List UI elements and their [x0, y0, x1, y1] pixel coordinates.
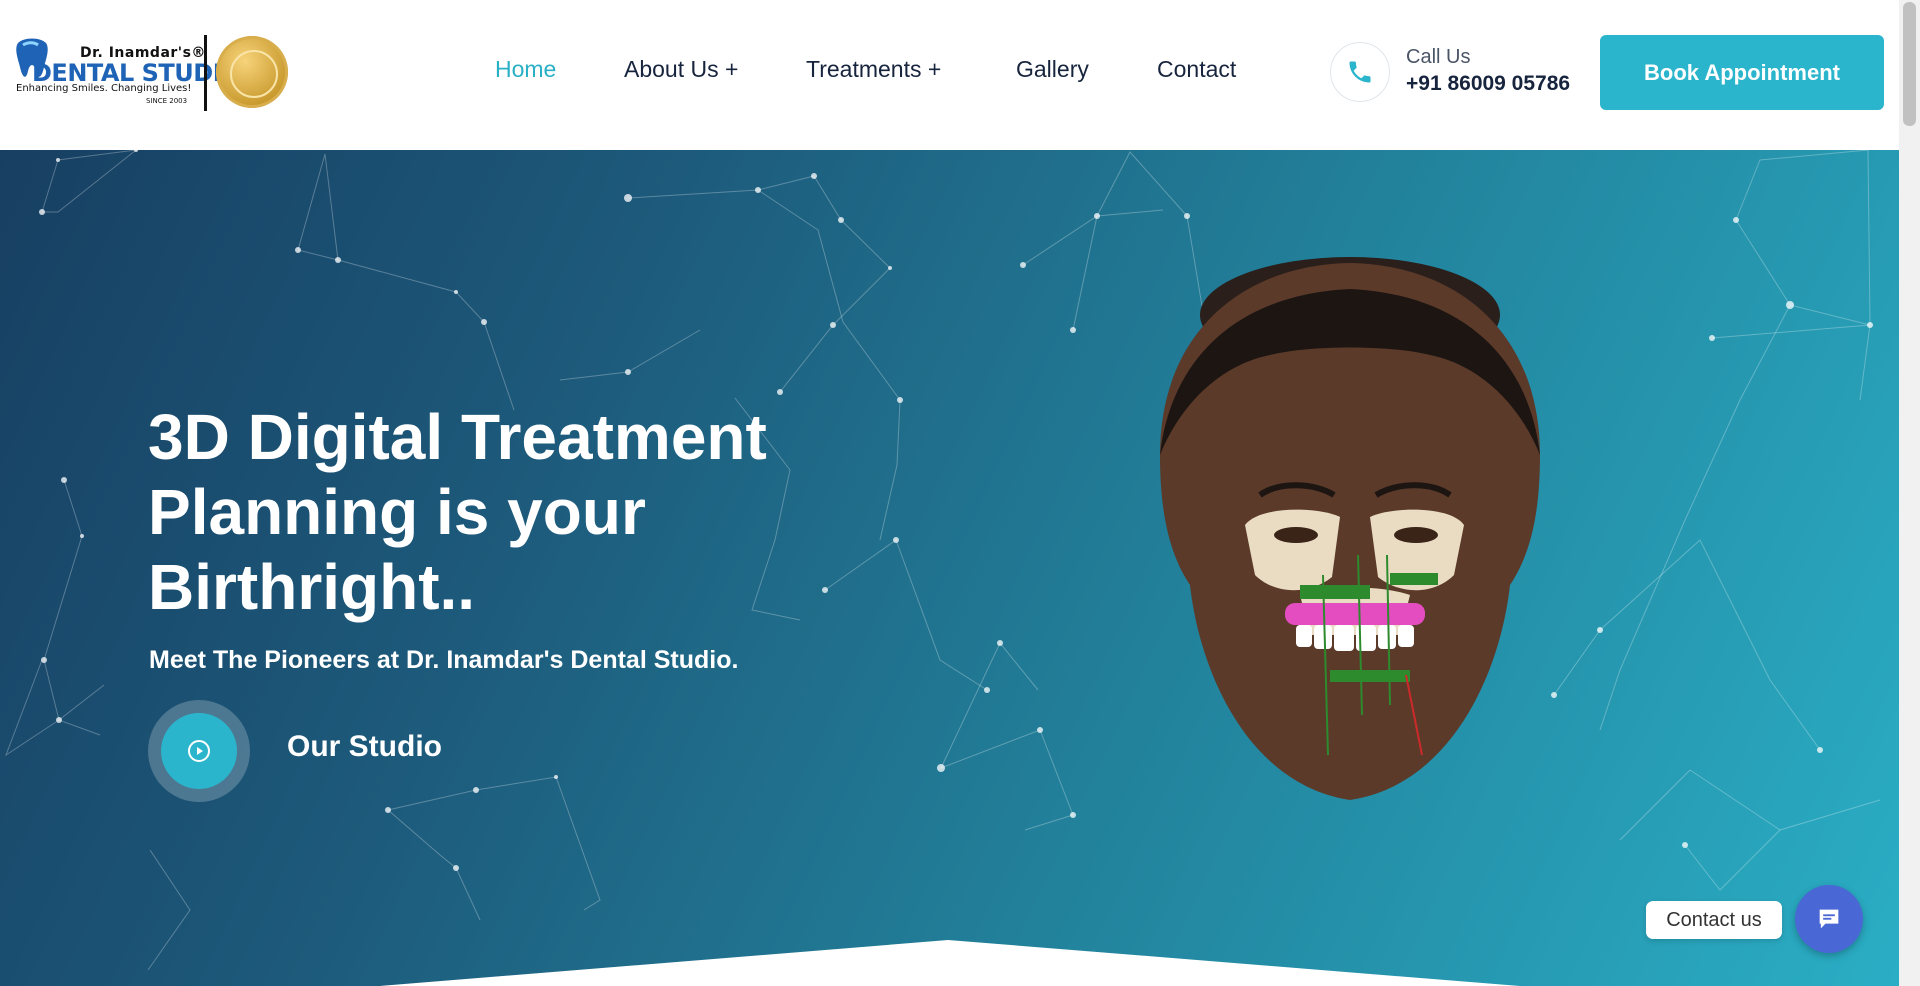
- nav-gallery[interactable]: Gallery: [1016, 56, 1089, 83]
- page-scrollbar[interactable]: [1899, 0, 1920, 986]
- phone-number-link[interactable]: +91 86009 05786: [1406, 72, 1570, 96]
- hero-title-line-1: 3D Digital Treatment: [148, 401, 767, 473]
- nav-about-us[interactable]: About Us +: [624, 56, 738, 83]
- logo-divider: [204, 35, 207, 111]
- nav-treatments[interactable]: Treatments +: [806, 56, 941, 83]
- hero-title-line-2: Planning is your: [148, 476, 646, 548]
- hero-title: 3D Digital Treatment Planning is your Bi…: [148, 400, 848, 625]
- hero-subtitle: Meet The Pioneers at Dr. Inamdar's Denta…: [149, 646, 739, 674]
- chat-widget-button[interactable]: [1795, 885, 1863, 953]
- chat-icon: [1819, 909, 1839, 929]
- call-button[interactable]: [1330, 42, 1390, 102]
- brand-logo[interactable]: Dr. Inamdar's® DENTAL STUDIO Enhancing S…: [14, 33, 294, 111]
- scrollbar-thumb[interactable]: [1903, 2, 1916, 126]
- play-button-circle: [161, 713, 237, 789]
- brand-since: SINCE 2003: [146, 97, 188, 105]
- hero-section: 3D Digital Treatment Planning is your Bi…: [0, 150, 1899, 986]
- brand-tagline: Enhancing Smiles. Changing Lives!: [16, 83, 192, 94]
- hero-face-illustration: [1160, 257, 1540, 800]
- award-seal-icon: [216, 36, 288, 108]
- phone-icon: [1349, 61, 1371, 83]
- our-studio-link[interactable]: Our Studio: [287, 730, 442, 764]
- book-appointment-button[interactable]: Book Appointment: [1600, 35, 1884, 110]
- play-icon: [188, 740, 210, 762]
- hero-title-line-3: Birthright..: [148, 551, 476, 623]
- call-us-label: Call Us: [1406, 46, 1471, 68]
- nav-home[interactable]: Home: [495, 56, 556, 83]
- section-divider-shape: [380, 940, 1520, 986]
- contact-us-label[interactable]: Contact us: [1646, 901, 1782, 939]
- site-header: Dr. Inamdar's® DENTAL STUDIO Enhancing S…: [0, 0, 1899, 150]
- play-video-button[interactable]: [148, 700, 250, 802]
- nav-contact[interactable]: Contact: [1157, 56, 1236, 83]
